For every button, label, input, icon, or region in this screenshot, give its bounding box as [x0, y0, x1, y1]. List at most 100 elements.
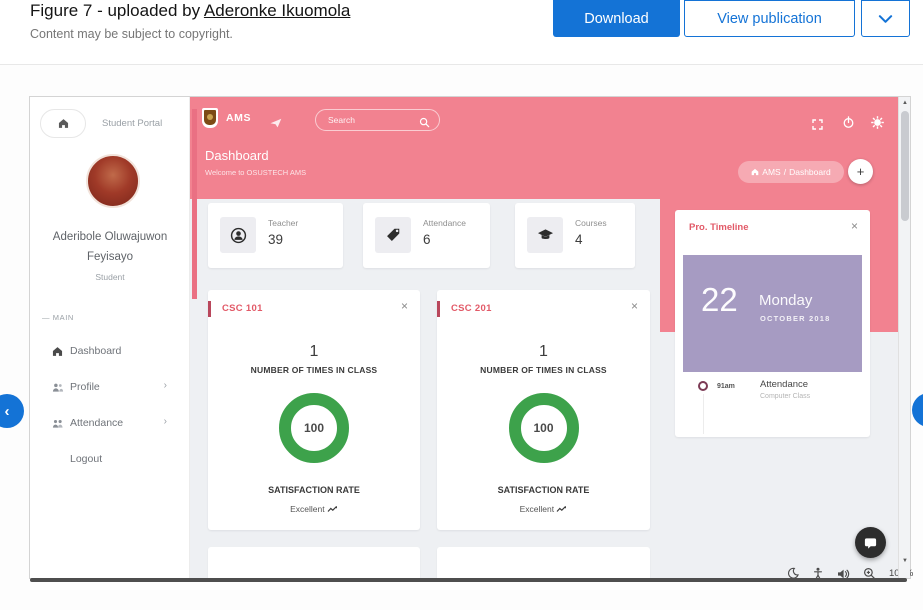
figure-stage: Student Portal Aderibole Oluwajuwon Feyi… — [0, 65, 923, 610]
stat-value: 4 — [575, 232, 583, 247]
close-icon[interactable]: × — [401, 299, 408, 313]
user-role: Student — [30, 272, 190, 282]
user-name-line1: Aderibole Oluwajuwon — [30, 227, 190, 247]
course-card-csc101: CSC 101 × 1 NUMBER OF TIMES IN CLASS 100… — [208, 290, 420, 530]
chevron-down-icon — [878, 14, 893, 24]
course-code: CSC 201 — [451, 303, 492, 314]
user-name-line2: Feyisayo — [30, 247, 190, 267]
figure-image: Student Portal Aderibole Oluwajuwon Feyi… — [30, 97, 910, 578]
partial-card — [208, 547, 420, 578]
stat-label: Attendance — [423, 218, 466, 228]
stat-card-attendance: Attendance 6 — [363, 203, 490, 268]
stat-label: Courses — [575, 218, 607, 228]
uploader-link[interactable]: Aderonke Ikuomola — [204, 1, 350, 20]
stat-value: 6 — [423, 232, 431, 247]
course-code: CSC 101 — [222, 303, 263, 314]
page-subtitle: Welcome to OSUSTECH AMS — [205, 168, 306, 177]
date-weekday: Monday — [759, 292, 812, 309]
satisfaction-label: SATISFACTION RATE — [437, 485, 650, 495]
chat-bubble-icon — [863, 536, 878, 550]
search-box[interactable] — [315, 109, 440, 131]
chat-fab-button[interactable] — [855, 527, 886, 558]
course-card-csc201: CSC 201 × 1 NUMBER OF TIMES IN CLASS 100… — [437, 290, 650, 530]
satisfaction-label: SATISFACTION RATE — [208, 485, 420, 495]
page-title: Dashboard — [205, 148, 269, 163]
more-options-button[interactable] — [861, 0, 910, 37]
users-icon — [52, 380, 64, 398]
times-in-class-label: NUMBER OF TIMES IN CLASS — [437, 365, 650, 375]
rating-text: Excellent — [208, 504, 420, 514]
date-month-year: OCTOBER 2018 — [760, 314, 831, 323]
stat-card-courses: Courses 4 — [515, 203, 635, 268]
home-pill-button[interactable] — [40, 109, 86, 138]
add-button[interactable]: + — [848, 159, 873, 184]
search-input[interactable] — [328, 110, 418, 130]
download-button[interactable]: Download — [553, 0, 680, 37]
times-in-class-value: 1 — [208, 343, 420, 361]
timeline-marker-icon — [698, 381, 708, 391]
sidebar-item-attendance[interactable]: Attendance › — [30, 413, 189, 435]
tag-icon — [375, 217, 411, 253]
timeline-card: Pro. Timeline × 22 Monday OCTOBER 2018 9… — [675, 210, 870, 437]
home-icon — [751, 168, 759, 176]
rating-text: Excellent — [437, 504, 650, 514]
university-logo[interactable] — [202, 108, 218, 128]
sidebar-item-label: Attendance — [70, 417, 123, 429]
horizontal-scrollbar-thumb[interactable] — [30, 578, 907, 582]
partial-card — [437, 547, 650, 578]
power-icon[interactable] — [842, 116, 855, 134]
scroll-up-icon[interactable]: ▲ — [899, 100, 910, 106]
scroll-down-icon[interactable]: ▼ — [899, 558, 910, 564]
paper-plane-icon[interactable] — [270, 115, 282, 133]
menu-section-label: — MAIN — [42, 313, 74, 322]
times-in-class-value: 1 — [437, 343, 650, 361]
chevron-left-icon: ‹ — [5, 403, 10, 420]
breadcrumb-home[interactable]: AMS — [762, 167, 780, 177]
fullscreen-icon[interactable] — [812, 117, 823, 135]
timeline-title: Pro. Timeline — [689, 222, 748, 233]
avatar[interactable] — [86, 154, 140, 208]
stat-card-teacher: Teacher 39 — [208, 203, 343, 268]
sidebar-item-logout[interactable]: Logout — [30, 449, 189, 471]
figure-viewer-page: Figure 7 - uploaded by Aderonke Ikuomola… — [0, 0, 923, 610]
section-dash: — — [42, 313, 50, 322]
times-in-class-label: NUMBER OF TIMES IN CLASS — [208, 365, 420, 375]
satisfaction-donut: 100 — [509, 393, 579, 463]
satisfaction-donut: 100 — [279, 393, 349, 463]
breadcrumb[interactable]: AMS / Dashboard — [738, 161, 844, 183]
card-accent-bar — [208, 301, 211, 317]
person-circle-icon — [220, 217, 256, 253]
student-portal-sidebar: Student Portal Aderibole Oluwajuwon Feyi… — [30, 97, 190, 578]
event-subtitle: Computer Class — [760, 393, 810, 400]
chevron-right-icon: › — [164, 416, 167, 427]
stat-label: Teacher — [268, 218, 298, 228]
figure-title: Figure 7 - uploaded by Aderonke Ikuomola — [30, 1, 350, 21]
user-name: Aderibole Oluwajuwon Feyisayo — [30, 227, 190, 267]
scrollbar-thumb[interactable] — [901, 111, 909, 221]
card-accent-bar — [437, 301, 440, 317]
timeline-line — [703, 394, 704, 434]
breadcrumb-separator: / — [784, 167, 786, 177]
portal-label: Student Portal — [102, 118, 162, 129]
home-icon — [52, 344, 63, 362]
sidebar-item-dashboard[interactable]: Dashboard — [30, 341, 189, 363]
trend-up-icon — [327, 505, 338, 513]
breadcrumb-current: Dashboard — [789, 167, 831, 177]
sidebar-item-label: Profile — [70, 381, 100, 393]
figure-title-prefix: Figure 7 - uploaded by — [30, 1, 204, 20]
figure-vertical-scrollbar[interactable]: ▲ ▼ — [898, 97, 910, 578]
dashboard-header-band — [190, 97, 910, 199]
close-icon[interactable]: × — [851, 219, 858, 233]
close-icon[interactable]: × — [631, 299, 638, 313]
users-group-icon — [52, 416, 64, 434]
chevron-right-icon: › — [164, 380, 167, 391]
view-publication-button[interactable]: View publication — [684, 0, 855, 37]
settings-gear-icon[interactable] — [871, 116, 884, 134]
search-icon[interactable] — [419, 115, 430, 133]
sidebar-scrollbar-thumb[interactable] — [192, 109, 197, 299]
brand-label: AMS — [226, 112, 251, 124]
date-day: 22 — [701, 281, 738, 319]
satisfaction-value: 100 — [304, 421, 324, 435]
sidebar-item-profile[interactable]: Profile › — [30, 377, 189, 399]
stat-value: 39 — [268, 232, 283, 247]
